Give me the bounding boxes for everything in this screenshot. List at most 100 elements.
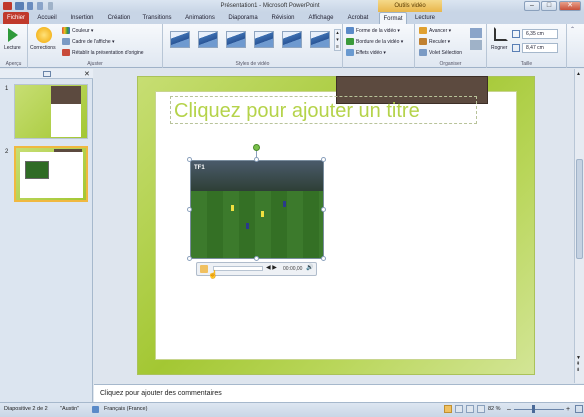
tab-design[interactable]: Création (104, 12, 134, 24)
player (231, 205, 234, 211)
video-style-5[interactable] (282, 31, 302, 48)
slide-thumbnail-2[interactable] (14, 146, 88, 202)
title-placeholder-text: Cliquez pour ajouter un titre (174, 100, 420, 122)
align-icon[interactable] (470, 28, 482, 38)
zoom-slider[interactable] (514, 409, 564, 410)
theme-name[interactable]: "Austin" (60, 402, 79, 417)
group-adjust-label: Ajuster (87, 61, 103, 67)
tab-acrobat[interactable]: Acrobat (343, 12, 373, 24)
player (283, 201, 286, 207)
slideshow-icon[interactable] (477, 405, 485, 413)
language[interactable]: Français (France) (104, 402, 147, 417)
height-input[interactable]: 6,35 cm (522, 29, 558, 39)
resize-handle[interactable] (321, 207, 326, 212)
slides-tab-icon[interactable] (43, 71, 51, 77)
thumb-title-block (51, 86, 81, 104)
tab-playback[interactable]: Lecture (411, 12, 439, 24)
resize-handle[interactable] (187, 207, 192, 212)
resize-handle[interactable] (254, 157, 259, 162)
redo-icon[interactable] (37, 2, 43, 10)
fit-to-window-icon[interactable] (575, 405, 583, 413)
maximize-button[interactable]: □ (541, 1, 557, 11)
reset-design-button[interactable]: Rétablir la présentation d'origine (62, 49, 144, 56)
slide-thumbnail-1[interactable] (14, 84, 88, 139)
close-panel-icon[interactable]: ✕ (84, 70, 90, 78)
reading-view-icon[interactable] (466, 405, 474, 413)
width-icon (512, 44, 520, 52)
corrections-icon[interactable] (36, 27, 52, 43)
tab-transitions[interactable]: Transitions (139, 12, 175, 24)
spellcheck-icon[interactable] (92, 406, 99, 413)
video-border-button[interactable]: Bordure de la vidéo ▾ (346, 38, 403, 45)
video-frame[interactable]: TF1 (190, 160, 324, 259)
tab-view[interactable]: Affichage (304, 12, 338, 24)
video-shape-button[interactable]: Forme de la vidéo ▾ (346, 27, 400, 34)
vertical-scrollbar[interactable]: ▲ ▼ ⇞ ⇟ (574, 69, 584, 383)
title-placeholder[interactable]: Cliquez pour ajouter un titre (170, 96, 477, 124)
resize-handle[interactable] (321, 256, 326, 261)
video-style-4[interactable] (254, 31, 274, 48)
slide-number-1: 1 (5, 86, 9, 92)
zoom-level[interactable]: 82 % (488, 402, 501, 417)
color-button[interactable]: Couleur ▾ (62, 27, 93, 34)
tab-review[interactable]: Révision (268, 12, 298, 24)
crop-button[interactable]: Rogner (491, 45, 507, 51)
group-icon[interactable] (470, 40, 482, 50)
crop-icon[interactable] (494, 27, 508, 41)
normal-view-icon[interactable] (444, 405, 452, 413)
video-tools-context-tab: Outils vidéo (378, 0, 442, 12)
resize-handle[interactable] (254, 256, 259, 261)
play-icon[interactable] (8, 28, 18, 42)
resize-handle[interactable] (187, 157, 192, 162)
group-size-label: Taille (520, 61, 533, 67)
tab-home[interactable]: Accueil (33, 12, 61, 24)
notes-pane[interactable]: Cliquez pour ajouter des commentaires (94, 384, 584, 402)
styles-scroll-icon[interactable]: ▴ ▾ ≡ (334, 29, 341, 51)
tab-insert[interactable]: Insertion (66, 12, 98, 24)
mouse-cursor-icon: ☝ (208, 270, 218, 279)
tab-slideshow[interactable]: Diaporama (225, 12, 261, 24)
tab-file[interactable]: Fichier (3, 12, 29, 24)
customize-toolbar-icon[interactable] (48, 2, 53, 10)
close-button[interactable]: ✕ (559, 1, 581, 11)
slide-sorter-icon[interactable] (455, 405, 463, 413)
scroll-down-icons[interactable]: ▼ ⇞ ⇟ (576, 355, 581, 373)
video-style-1[interactable] (170, 31, 190, 48)
powerpoint-logo-icon[interactable] (3, 2, 12, 10)
rotate-handle[interactable] (253, 144, 260, 151)
seek-icons[interactable]: ◀ ▶ (266, 264, 277, 271)
save-icon[interactable] (15, 2, 24, 10)
tab-animations[interactable]: Animations (181, 12, 219, 24)
bring-forward-icon (419, 27, 427, 34)
video-style-2[interactable] (198, 31, 218, 48)
height-icon (512, 30, 520, 38)
poster-frame-button[interactable]: Cadre de l'affiche ▾ (62, 38, 115, 45)
scroll-thumb[interactable] (576, 159, 583, 259)
volume-icon[interactable]: 🔊 (306, 264, 313, 271)
scroll-up-icon[interactable]: ▲ (576, 71, 581, 77)
progress-bar[interactable] (213, 266, 263, 271)
video-effects-button[interactable]: Effets vidéo ▾ (346, 49, 386, 56)
bring-forward-button[interactable]: Avancer ▾ (419, 27, 451, 34)
minimize-button[interactable]: – (524, 1, 540, 11)
zoom-in-icon[interactable]: + (566, 402, 570, 417)
selection-pane-button[interactable]: Volet Sélection (419, 49, 462, 56)
preview-play-button[interactable]: Lecture (4, 45, 21, 51)
effects-icon (346, 49, 354, 56)
send-backward-icon (419, 38, 427, 45)
undo-icon[interactable] (27, 2, 33, 10)
zoom-out-icon[interactable]: – (507, 402, 511, 417)
send-backward-button[interactable]: Reculer ▾ (419, 38, 450, 45)
tab-format[interactable]: Format (379, 12, 407, 24)
collapse-ribbon-icon[interactable]: ⌃ (570, 26, 578, 34)
window-title: Présentation1 - Microsoft PowerPoint (220, 3, 320, 9)
player (261, 211, 264, 217)
corrections-button[interactable]: Corrections (30, 45, 56, 51)
video-style-6[interactable] (310, 31, 330, 48)
zoom-slider-thumb[interactable] (532, 405, 535, 413)
width-input[interactable]: 8,47 cm (522, 43, 558, 53)
resize-handle[interactable] (187, 256, 192, 261)
video-style-3[interactable] (226, 31, 246, 48)
resize-handle[interactable] (321, 157, 326, 162)
play-pause-icon[interactable] (200, 265, 208, 273)
